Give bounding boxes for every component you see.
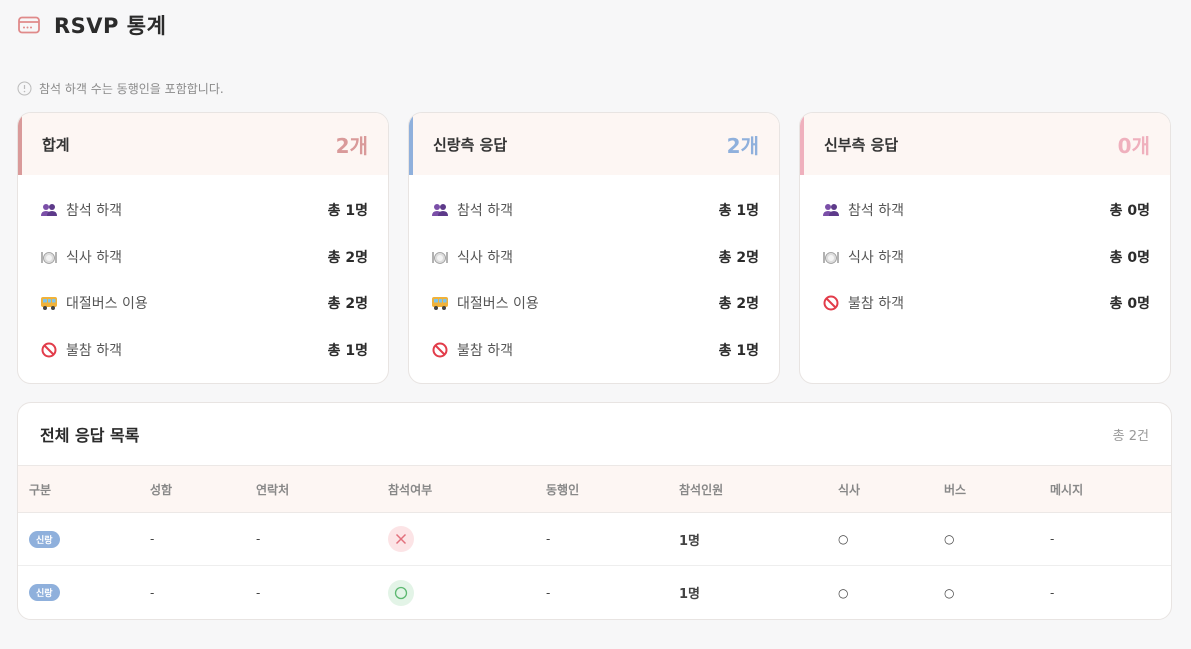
card-title: 신랑측 응답: [433, 135, 508, 154]
meal-icon: [40, 248, 58, 266]
list-title: 전체 응답 목록: [40, 426, 140, 445]
stat-row-attending: 참석 하객 총 1명: [18, 187, 388, 234]
people-icon: [40, 201, 58, 219]
prohibited-icon: [431, 341, 449, 359]
stat-label: 대절버스 이용: [457, 296, 539, 313]
phone-cell: -: [256, 532, 261, 546]
stat-value: 총 1명: [718, 342, 759, 359]
card-icon: [18, 16, 40, 34]
companion-cell: -: [546, 585, 551, 600]
card-header: 신부측 응답 0개: [800, 113, 1170, 175]
attending-circle-icon: [388, 579, 414, 606]
prohibited-icon: [822, 294, 840, 312]
meal-cell: ○: [838, 585, 849, 600]
stat-label: 식사 하객: [66, 249, 122, 266]
list-header: 전체 응답 목록 총 2건: [18, 403, 1171, 466]
stat-value: 총 1명: [327, 342, 368, 359]
not-attending-x-icon: [388, 526, 414, 552]
people-icon: [431, 201, 449, 219]
list-total: 총 2건: [1112, 428, 1149, 444]
stat-label: 불참 하객: [457, 342, 513, 359]
stat-label: 대절버스 이용: [66, 296, 148, 313]
card-title: 신부측 응답: [824, 135, 899, 154]
column-header: 버스: [944, 482, 967, 497]
stat-value: 총 2명: [718, 249, 759, 266]
stat-row-meal: 식사 하객 총 2명: [18, 234, 388, 281]
card-title: 합계: [42, 135, 70, 154]
stat-value: 총 1명: [327, 203, 368, 220]
table-row[interactable]: 신랑 - - - 1명 ○ ○ -: [18, 513, 1171, 566]
stat-row-absent: 불참 하객 총 1명: [409, 327, 779, 374]
stat-label: 식사 하객: [457, 249, 513, 266]
stat-value: 총 0명: [1109, 203, 1150, 220]
card-count: 0개: [1117, 133, 1150, 158]
stat-value: 총 0명: [1109, 296, 1150, 313]
card-count: 2개: [726, 133, 759, 158]
headcount-cell: 1명: [679, 533, 701, 549]
stat-label: 참석 하객: [66, 203, 122, 220]
stat-value: 총 0명: [1109, 249, 1150, 266]
column-header: 동행인: [546, 482, 580, 497]
side-badge: 신랑: [29, 584, 60, 601]
notice-text: 참석 하객 수는 동행인을 포함합니다.: [39, 82, 224, 96]
bus-icon: [431, 294, 449, 312]
card-header: 신랑측 응답 2개: [409, 113, 779, 175]
column-header: 구분: [29, 482, 52, 497]
stat-row-attending: 참석 하객 총 0명: [800, 187, 1170, 234]
column-header: 참석인원: [679, 482, 724, 497]
column-header: 연락처: [256, 482, 290, 497]
stat-row-meal: 식사 하객 총 2명: [409, 234, 779, 281]
table-header: 구분 성함 연락처 참석여부 동행인 참석인원 식사 버스 메시지: [18, 466, 1171, 513]
stat-label: 식사 하객: [848, 249, 904, 266]
meal-icon: [822, 248, 840, 266]
message-cell: -: [1050, 585, 1055, 600]
stat-value: 총 2명: [327, 249, 368, 266]
side-badge: 신랑: [29, 530, 60, 548]
stat-row-meal: 식사 하객 총 0명: [800, 234, 1170, 281]
card-count: 2개: [335, 133, 368, 158]
people-icon: [822, 201, 840, 219]
column-header: 메시지: [1050, 482, 1084, 497]
response-list: 전체 응답 목록 총 2건 구분 성함 연락처 참석여부 동행인 참석인원 식사…: [17, 402, 1172, 620]
phone-cell: -: [256, 585, 261, 600]
stat-row-absent: 불참 하객 총 1명: [18, 327, 388, 374]
summary-card-bride: 신부측 응답 0개 참석 하객 총 0명 식사 하객 총 0명 불참 하객 총 …: [799, 112, 1171, 384]
card-header: 합계 2개: [18, 113, 388, 175]
stat-value: 총 2명: [718, 296, 759, 313]
notice: 참석 하객 수는 동행인을 포함합니다.: [17, 80, 224, 97]
page-header: RSVP 통계: [18, 10, 166, 40]
summary-card-groom: 신랑측 응답 2개 참석 하객 총 1명 식사 하객 총 2명 대절버스 이용 …: [408, 112, 780, 384]
meal-cell: ○: [838, 532, 849, 546]
bus-icon: [40, 294, 58, 312]
meal-icon: [431, 248, 449, 266]
stat-row-bus: 대절버스 이용 총 2명: [18, 280, 388, 327]
table-row[interactable]: 신랑 - - - 1명 ○ ○ -: [18, 566, 1171, 619]
stat-label: 참석 하객: [457, 203, 513, 220]
stat-row-absent: 불참 하객 총 0명: [800, 280, 1170, 327]
info-icon: [17, 81, 32, 96]
stat-label: 불참 하객: [66, 342, 122, 359]
name-cell: -: [150, 532, 155, 546]
companion-cell: -: [546, 532, 551, 546]
prohibited-icon: [40, 341, 58, 359]
stat-value: 총 1명: [718, 203, 759, 220]
stat-label: 불참 하객: [848, 296, 904, 313]
page-title: RSVP 통계: [54, 14, 167, 38]
message-cell: -: [1050, 532, 1055, 546]
stat-row-bus: 대절버스 이용 총 2명: [409, 280, 779, 327]
column-header: 식사: [838, 482, 861, 497]
column-header: 참석여부: [388, 482, 433, 497]
stat-row-attending: 참석 하객 총 1명: [409, 187, 779, 234]
name-cell: -: [150, 585, 155, 600]
summary-card-total: 합계 2개 참석 하객 총 1명 식사 하객 총 2명 대절버스 이용 총 2명…: [17, 112, 389, 384]
column-header: 성함: [150, 482, 173, 497]
bus-cell: ○: [944, 585, 955, 600]
stat-value: 총 2명: [327, 296, 368, 313]
headcount-cell: 1명: [679, 587, 701, 602]
bus-cell: ○: [944, 532, 955, 546]
stat-label: 참석 하객: [848, 203, 904, 220]
